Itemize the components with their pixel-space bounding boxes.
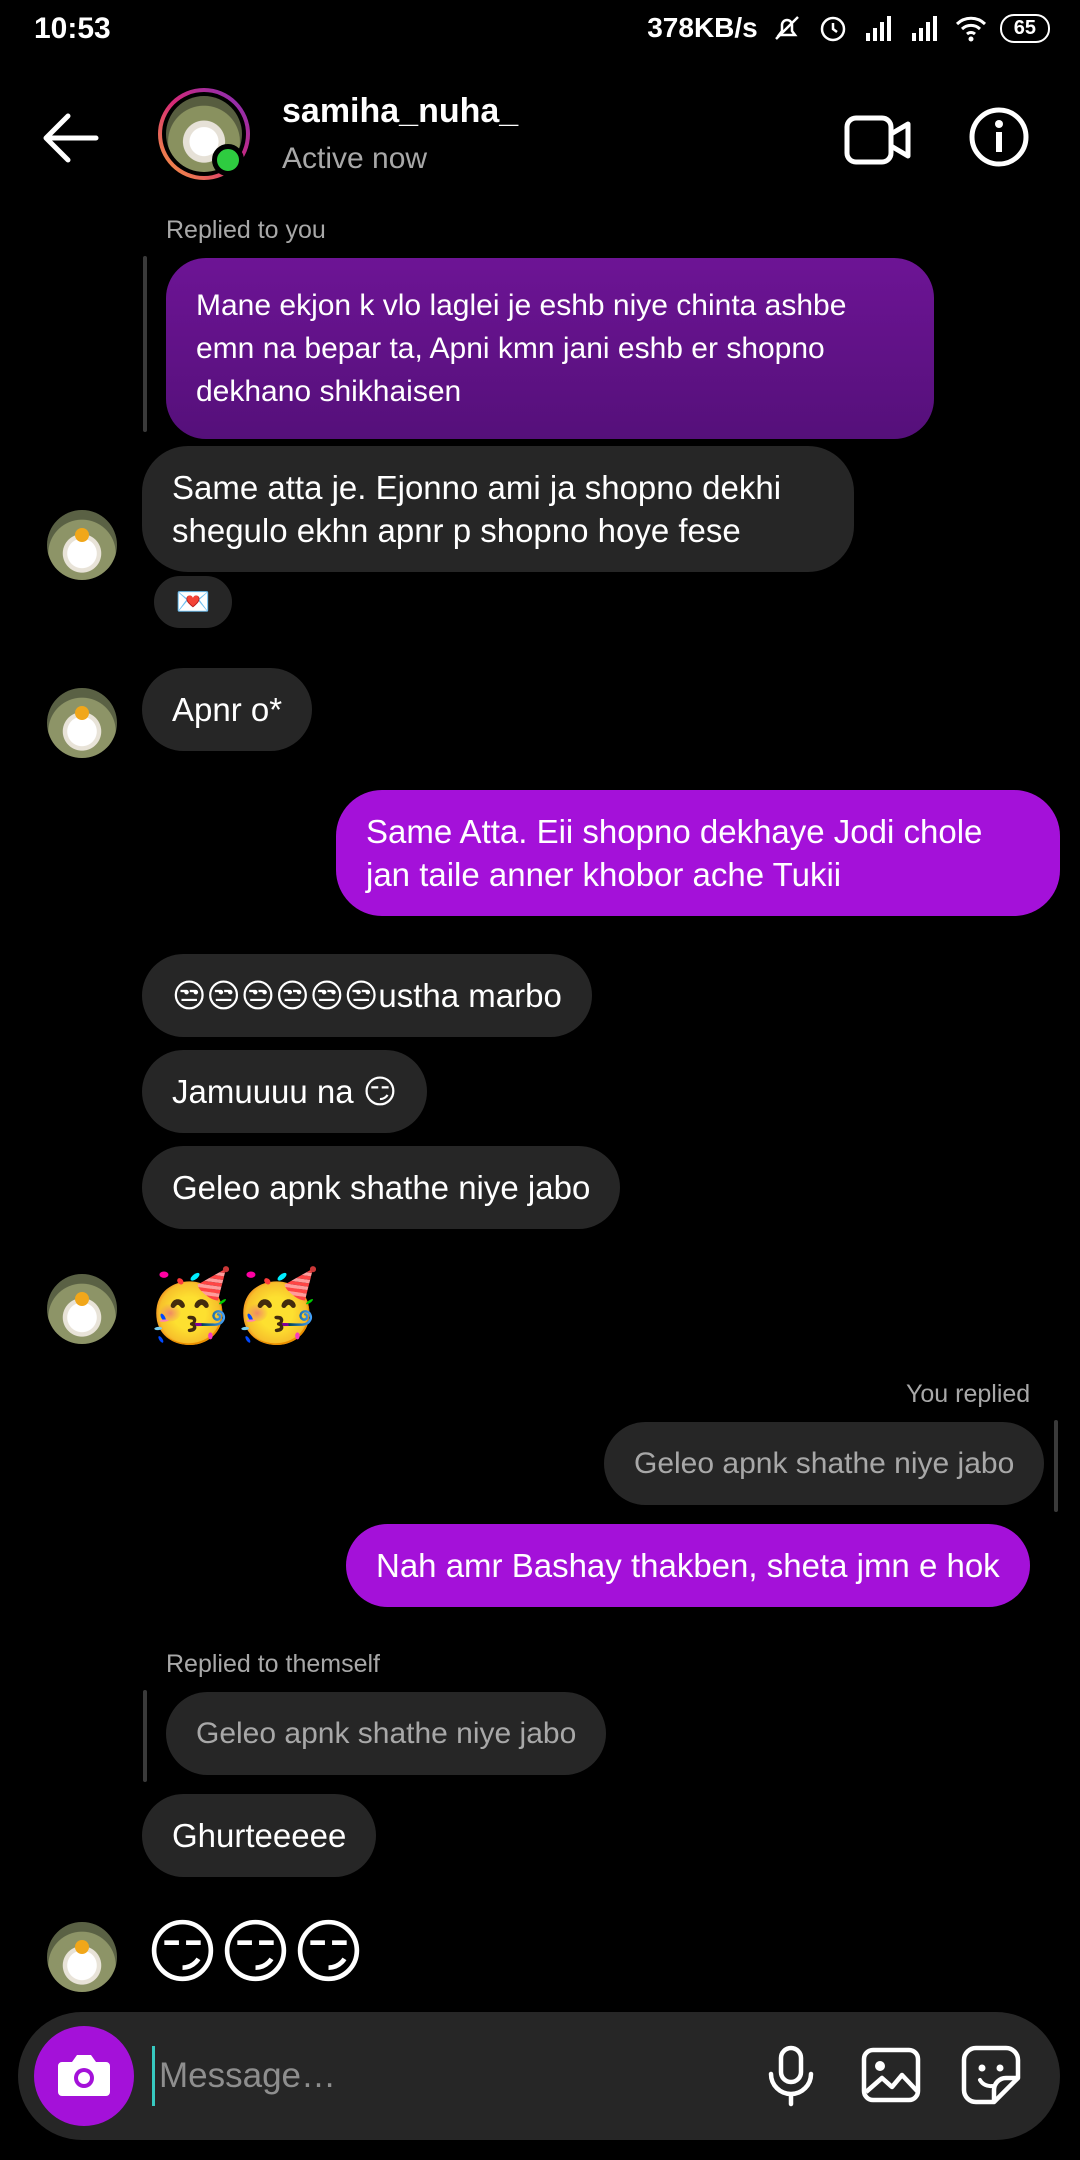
reply-line [143,256,147,432]
quoted-message[interactable]: Geleo apnk shathe niye jabo [604,1422,1045,1505]
reply-line [1054,1420,1058,1512]
sticker-icon[interactable] [958,2042,1024,2108]
battery-icon: 65 [999,13,1050,43]
sender-avatar [47,1922,117,1992]
chat-header: samiha_nuha_ Active now [0,62,1080,212]
active-status: Active now [282,142,428,175]
emoji-message[interactable]: 🥳🥳 [146,1266,320,1346]
message-bubble-outgoing[interactable]: Same Atta. Eii shopno dekhaye Jodi chole… [336,790,1060,916]
message-bubble-outgoing[interactable]: Nah amr Bashay thakben, sheta jmn e hok [346,1524,1030,1607]
video-call-icon[interactable] [844,112,912,168]
sender-avatar [47,510,117,580]
reply-label: You replied [906,1380,1031,1408]
username[interactable]: samiha_nuha_ [282,92,518,131]
status-time: 10:53 [34,12,111,45]
message-bubble-incoming[interactable]: Ghurteeeee [142,1794,377,1877]
message-composer [18,2012,1060,2140]
microphone-icon[interactable] [758,2042,824,2108]
message-bubble-replied[interactable]: Mane ekjon k vlo laglei je eshb niye chi… [166,258,934,439]
message-bubble-incoming[interactable]: Jamuuuu na 😏 [142,1050,428,1133]
network-speed: 378KB/s [647,12,758,43]
status-bar: 10:53 378KB/s 65 [0,0,1080,62]
message-bubble-incoming[interactable]: Same atta je. Ejonno ami ja shopno dekhi… [142,446,854,572]
reaction-badge[interactable]: 💌 [150,572,236,632]
info-icon[interactable] [968,106,1030,168]
reply-label: Replied to you [166,216,326,244]
camera-icon [58,2055,110,2096]
signal-icon [911,16,937,41]
back-arrow-icon[interactable] [38,110,102,166]
gallery-icon[interactable] [858,2042,924,2108]
active-status-dot [212,144,244,176]
reply-label: Replied to themself [166,1650,381,1678]
message-bubble-incoming[interactable]: 😒😒😒😒😒😒ustha marbo [142,954,592,1037]
reply-line [143,1690,147,1782]
sender-avatar [47,688,117,758]
wifi-icon [955,16,986,42]
signal-icon [865,16,891,41]
alarm-icon [820,16,845,42]
mute-icon [774,16,799,40]
emoji-message[interactable]: 😏😏😏 [146,1912,365,1992]
quoted-message[interactable]: Geleo apnk shathe niye jabo [166,1692,607,1775]
camera-button[interactable] [34,2026,134,2126]
sender-avatar [47,1274,117,1344]
message-bubble-incoming[interactable]: Geleo apnk shathe niye jabo [142,1146,621,1229]
message-input[interactable] [152,2046,712,2106]
status-icons: 378KB/s 65 [647,12,1050,44]
message-bubble-incoming[interactable]: Apnr o* [142,668,313,751]
